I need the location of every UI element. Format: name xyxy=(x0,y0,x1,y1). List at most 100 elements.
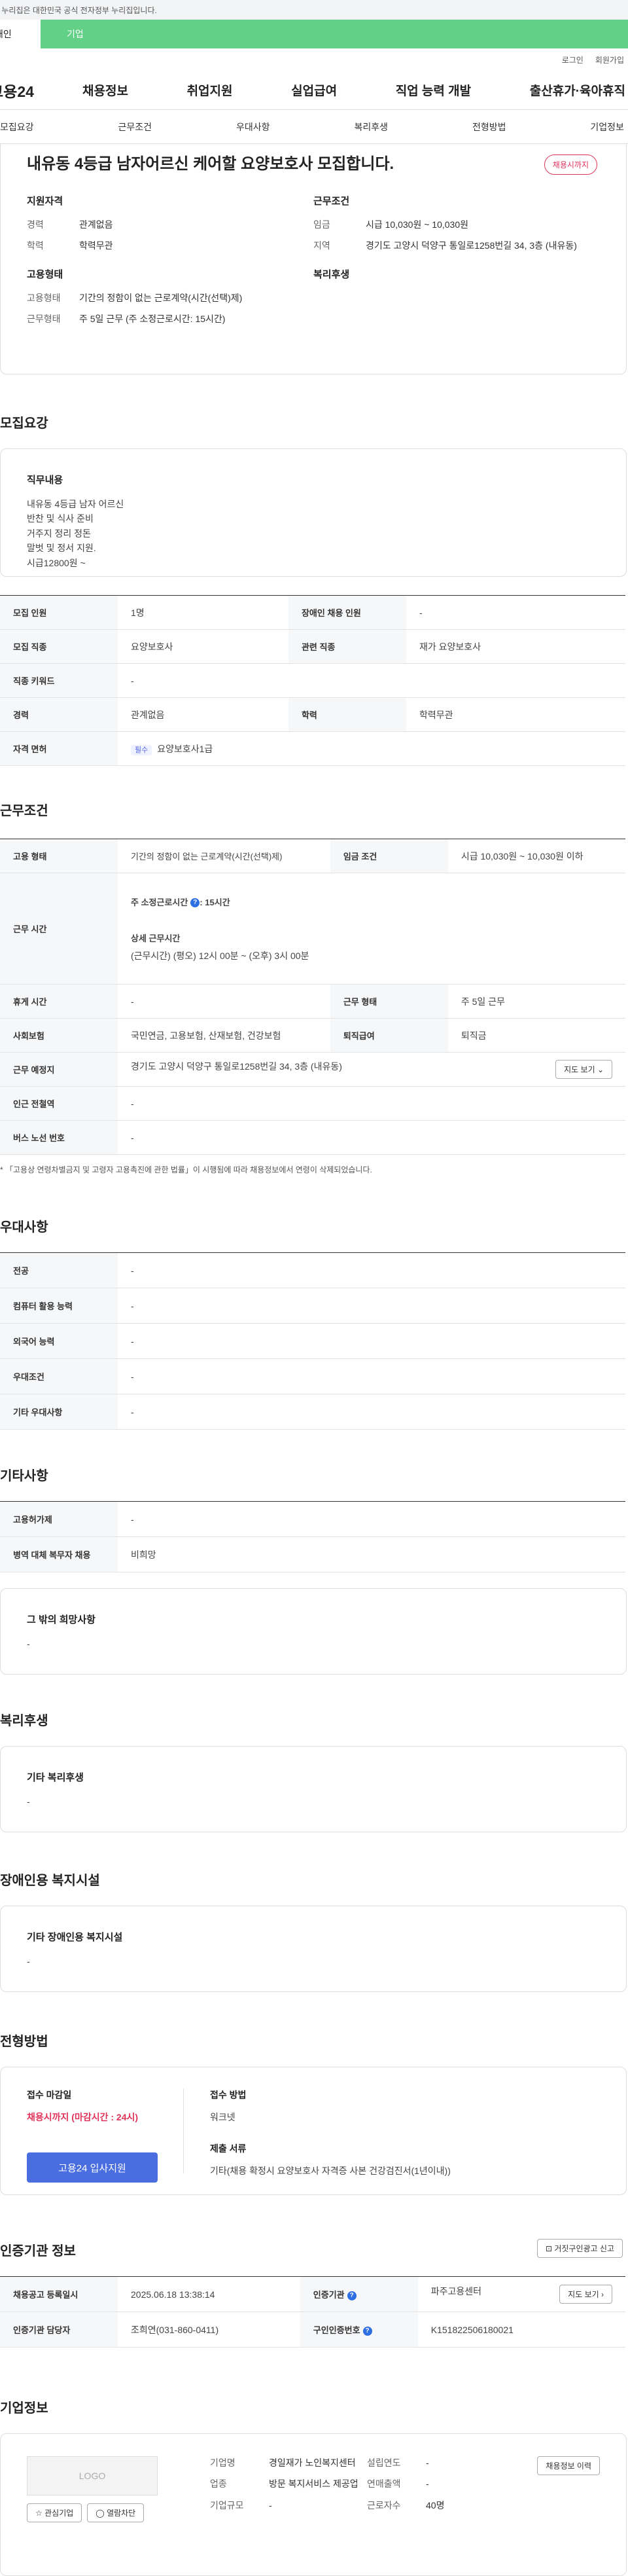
row-value: 학력무관 xyxy=(406,697,625,732)
table-row: 외국어 능력 - xyxy=(0,1323,625,1359)
row-label: 근무 시간 xyxy=(0,873,118,985)
agency-table: 채용공고 등록일시 2025.06.18 13:38:14 인증기관? 파주고용센터 지… xyxy=(0,2276,625,2348)
table-row: 직종 키워드 - xyxy=(0,663,625,698)
method-value: 워크넷 xyxy=(210,2112,236,2122)
disabled-facility-box: 기타 장애인용 복지시설 - xyxy=(0,1906,627,1992)
table-row: 근무 시간 주 소정근로시간?: 15시간 상세 근무시간 (근무시간) (평오… xyxy=(0,873,625,985)
age-notice: * 「고용상 연령차별금지 및 고령자 고용촉진에 관한 법률」이 시행됨에 따… xyxy=(0,1165,372,1174)
anchor-process[interactable]: 전형방법 xyxy=(472,120,506,134)
info-label: 기업규모 xyxy=(210,2499,244,2511)
hiring-history-button[interactable]: 채용정보 이력 xyxy=(537,2456,600,2475)
tab-company[interactable]: 기업 xyxy=(41,20,628,48)
cond-value: 시급 10,030원 ~ 10,030원 xyxy=(366,219,469,230)
table-row: 인증기관 담당자 조희연(031-860-0411) 구인인증번호? K1518225… xyxy=(0,2312,625,2348)
table-row: 경력 관계없음 학력 학력무관 xyxy=(0,697,625,732)
info-icon[interactable]: ? xyxy=(190,898,200,908)
row-label: 퇴직급여 xyxy=(330,1018,448,1053)
row-value: 주 5일 근무 xyxy=(447,984,625,1019)
docs-value: 기타(채용 확정시 요양보호사 자격증 사본 건강검진서(1년이내)) xyxy=(210,2166,451,2176)
cond-label: 임금 xyxy=(313,219,330,230)
table-row: 자격 면허 필수 요양보호사1급 xyxy=(0,731,625,766)
work-place-value: 경기도 고양시 덕양구 통일로1258번길 34, 3층 (내유동) xyxy=(131,1061,342,1072)
table-row: 채용공고 등록일시 2025.06.18 13:38:14 인증기관? 파주고용센터 지… xyxy=(0,2276,625,2312)
row-label: 기타 우대사항 xyxy=(0,1394,118,1430)
table-row: 고용 형태 기간의 정함이 없는 근로계약(시간(선택)제) 임금 조건 시급 10,… xyxy=(0,839,625,873)
anchor-recruit[interactable]: 모집요강 xyxy=(0,120,34,134)
row-value: 조희연(031-860-0411) xyxy=(118,2312,300,2348)
license-value: 요양보호사1급 xyxy=(157,743,213,754)
info-label: 근로자수 xyxy=(367,2499,401,2511)
company-info-left: 기업명 경일재가 노인복지센터 업종 방문 복지서비스 제공업 기업규모 - xyxy=(210,2456,367,2553)
job-title: 내유동 4등급 남자어르신 케어할 요양보호사 모집합니다. xyxy=(27,155,394,173)
row-label: 외국어 능력 xyxy=(0,1323,118,1359)
table-row: 휴게 시간 - 근무 형태 주 5일 근무 xyxy=(0,984,625,1019)
map-view-button[interactable]: 지도 보기 ⌄ xyxy=(555,1060,612,1079)
anchor-preference[interactable]: 우대사항 xyxy=(236,120,270,134)
row-value: - xyxy=(118,1120,625,1155)
anchor-work[interactable]: 근무조건 xyxy=(118,120,152,134)
signup-link[interactable]: 회원가입 xyxy=(595,54,624,65)
row-value: 관계없음 xyxy=(118,697,288,732)
row-label: 자격 면허 xyxy=(0,731,118,766)
process-title: 전형방법 xyxy=(0,2035,48,2049)
emp-value: 주 5일 근무 (주 소정근로시간: 15시간) xyxy=(79,313,226,324)
star-icon: ☆ xyxy=(35,2509,43,2518)
row-label: 구인인증번호 xyxy=(313,2325,360,2335)
company-title: 기업정보 xyxy=(0,2401,48,2416)
row-value: - xyxy=(118,1501,625,1537)
weekly-hours-label: 주 소정근로시간 xyxy=(131,897,188,907)
info-value: 40명 xyxy=(426,2499,445,2511)
row-label: 병역 대체 복무자 채용 xyxy=(0,1536,118,1572)
qual-label: 학력 xyxy=(27,240,44,251)
row-value: K151822506180021 xyxy=(417,2312,625,2348)
job-description-heading: 직무내용 xyxy=(27,475,63,486)
row-label: 우대조건 xyxy=(0,1358,118,1394)
row-label: 컴퓨터 활용 능력 xyxy=(0,1288,118,1324)
row-label: 버스 노선 번호 xyxy=(0,1120,118,1155)
tab-individual[interactable]: 개인 xyxy=(0,20,41,48)
qual-value: 관계없음 xyxy=(79,219,113,230)
false-ad-report-button[interactable]: ⊡ 거짓구인광고 신고 xyxy=(536,2239,623,2258)
row-value: - xyxy=(118,1323,625,1359)
gnb-item-parental-leave[interactable]: 출산휴가·육아휴직 xyxy=(530,81,625,99)
row-value: - xyxy=(118,1288,625,1324)
gnb-item-employment-support[interactable]: 취업지원 xyxy=(187,81,233,99)
info-icon[interactable]: ? xyxy=(347,2291,357,2300)
global-nav: 고용24 채용정보 취업지원 실업급여 직업 능력 개발 출산휴가·육아휴직 xyxy=(0,71,628,110)
agency-map-button[interactable]: 지도 보기 › xyxy=(559,2285,612,2304)
info-label: 연매출액 xyxy=(367,2478,401,2490)
process-box: 접수 마감일 채용시까지 (마감시간 : 24시) 고용24 입사지원 접수 방… xyxy=(0,2067,627,2195)
weekly-hours-value: : 15시간 xyxy=(200,897,230,907)
anchor-company[interactable]: 기업정보 xyxy=(590,120,624,134)
login-link[interactable]: 로그인 xyxy=(562,54,584,65)
qual-value: 학력무관 xyxy=(79,240,113,251)
row-value: 기간의 정함이 없는 근로계약(시간(선택)제) xyxy=(118,839,330,873)
work-section: 근무조건 고용 형태 기간의 정함이 없는 근로계약(시간(선택)제) 임금 조건 시… xyxy=(0,800,628,1175)
emp-label: 고용형태 xyxy=(27,292,61,303)
disabled-facility-heading: 기타 장애인용 복지시설 xyxy=(27,1932,123,1943)
etc-section: 기타사항 고용허가제 - 병역 대체 복무자 채용 비희망 그 밖의 희망사항 - xyxy=(0,1465,628,1675)
row-label: 휴게 시간 xyxy=(0,984,118,1019)
row-label: 경력 xyxy=(0,697,118,732)
gnb-item-jobs[interactable]: 채용정보 xyxy=(82,81,128,99)
info-label: 설립연도 xyxy=(367,2458,401,2468)
row-value: 시급 10,030원 ~ 10,030원 이하 xyxy=(447,839,625,873)
row-label: 관련 직종 xyxy=(288,629,406,664)
block-view-button[interactable]: ◯ 열람차단 xyxy=(87,2503,145,2522)
recruit-section: 모집요강 직무내용 내유동 4등급 남자 어르신 반찬 및 식사 준비 거주지 … xyxy=(0,412,628,766)
info-icon[interactable]: ? xyxy=(362,2326,372,2336)
section-anchor-nav: 모집요강 근무조건 우대사항 복리후생 전형방법 기업정보 xyxy=(0,110,628,144)
apply-button[interactable]: 고용24 입사지원 xyxy=(27,2152,158,2183)
table-row: 근무 예정지 경기도 고양시 덕양구 통일로1258번길 34, 3층 (내유동)… xyxy=(0,1052,625,1087)
gnb-item-unemployment-benefit[interactable]: 실업급여 xyxy=(291,81,337,99)
site-logo[interactable]: 고용24 xyxy=(0,79,72,101)
info-value: 방문 복지서비스 제공업 xyxy=(269,2478,358,2490)
favorite-company-button[interactable]: ☆ 관심기업 xyxy=(27,2503,82,2522)
row-label: 채용공고 등록일시 xyxy=(0,2276,118,2312)
utility-menu: 로그인 회원가입 xyxy=(0,48,628,71)
gnb-item-vocational-training[interactable]: 직업 능력 개발 xyxy=(396,81,471,99)
block-icon: ◯ xyxy=(96,2509,105,2518)
row-label: 장애인 채용 인원 xyxy=(288,595,406,630)
preference-table: 전공 - 컴퓨터 활용 능력 - 외국어 능력 - 우대조건 - 기타 우대사항 - xyxy=(0,1252,625,1430)
anchor-welfare[interactable]: 복리후생 xyxy=(354,120,388,134)
